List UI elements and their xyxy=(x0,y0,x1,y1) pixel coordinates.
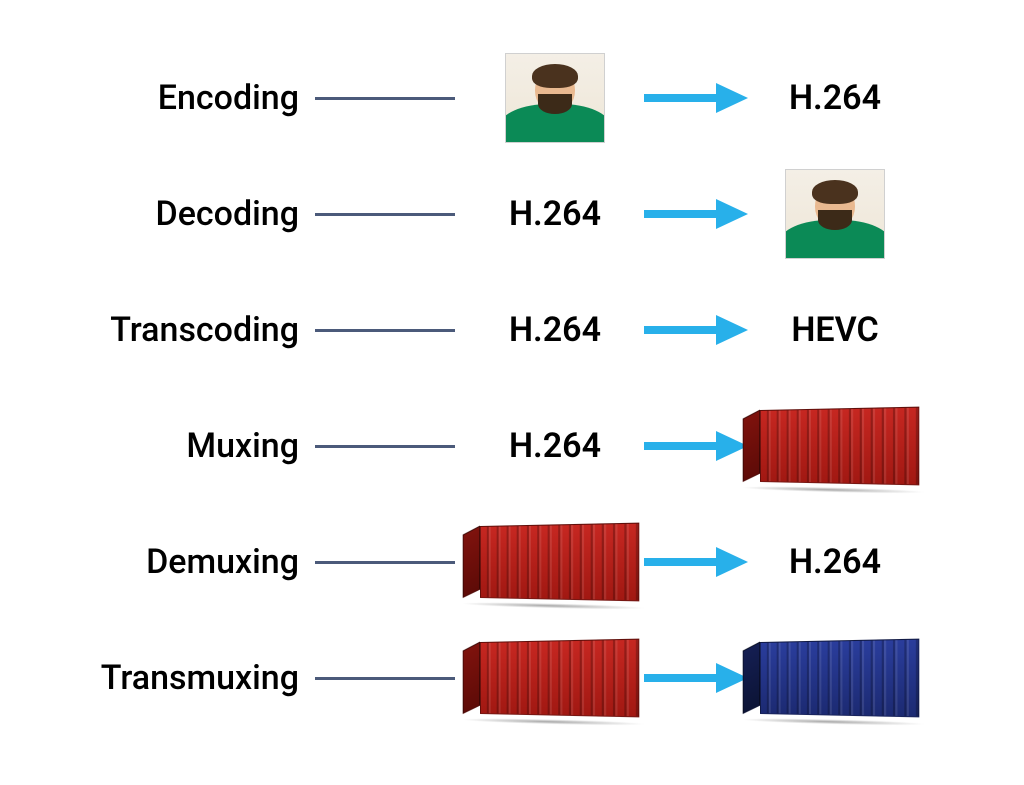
arrow-icon xyxy=(635,429,755,463)
connector-line xyxy=(315,329,455,332)
connector-line xyxy=(315,445,455,448)
codec-label: H.264 xyxy=(509,310,601,350)
codec-label: H.264 xyxy=(509,426,601,466)
output-slot: H.264 xyxy=(755,542,915,582)
connector-line xyxy=(315,213,455,216)
codec-label: H.264 xyxy=(509,194,601,234)
operation-label: Encoding xyxy=(90,78,315,118)
codec-label: H.264 xyxy=(789,542,881,582)
connector-line xyxy=(315,677,455,680)
connector-line xyxy=(315,97,455,100)
arrow-icon xyxy=(635,81,755,115)
connector-line xyxy=(315,561,455,564)
output-slot xyxy=(755,642,915,714)
row-decoding: Decoding H.264 xyxy=(90,156,984,272)
operation-label: Demuxing xyxy=(90,542,315,582)
arrow-icon xyxy=(635,545,755,579)
person-photo xyxy=(785,169,885,259)
row-encoding: Encoding H.264 xyxy=(90,40,984,156)
arrow-icon xyxy=(635,313,755,347)
input-slot xyxy=(475,526,635,598)
shipping-container-red xyxy=(760,407,919,486)
arrow-icon xyxy=(635,197,755,231)
input-slot xyxy=(475,53,635,143)
output-slot xyxy=(755,410,915,482)
operation-label: Decoding xyxy=(90,194,315,234)
shipping-container-red xyxy=(480,639,639,718)
input-slot xyxy=(475,642,635,714)
input-slot: H.264 xyxy=(475,194,635,234)
operation-label: Transmuxing xyxy=(90,658,315,698)
person-photo xyxy=(505,53,605,143)
input-slot: H.264 xyxy=(475,426,635,466)
arrow-icon xyxy=(635,661,755,695)
codec-label: HEVC xyxy=(791,310,878,350)
input-slot: H.264 xyxy=(475,310,635,350)
row-transmuxing: Transmuxing xyxy=(90,620,984,736)
row-transcoding: Transcoding H.264 HEVC xyxy=(90,272,984,388)
row-demuxing: Demuxing H.264 xyxy=(90,504,984,620)
shipping-container-red xyxy=(480,523,639,602)
output-slot: H.264 xyxy=(755,78,915,118)
operation-label: Transcoding xyxy=(90,310,315,350)
operation-label: Muxing xyxy=(90,426,315,466)
codec-label: H.264 xyxy=(789,78,881,118)
row-muxing: Muxing H.264 xyxy=(90,388,984,504)
shipping-container-blue xyxy=(760,639,919,718)
output-slot xyxy=(755,169,915,259)
output-slot: HEVC xyxy=(755,310,915,350)
video-operations-diagram: Encoding H.264 Decoding H.264 Transcoding H.2… xyxy=(90,40,984,736)
